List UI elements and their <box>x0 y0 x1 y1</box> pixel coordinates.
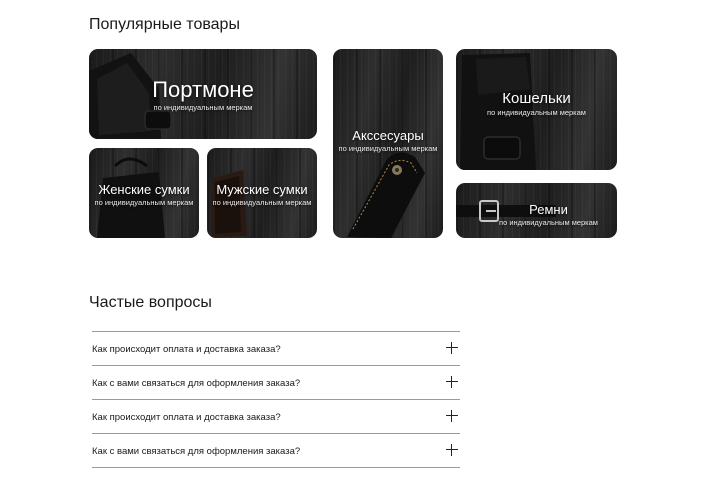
faq-question: Как происходит оплата и доставка заказа? <box>92 412 281 423</box>
plus-icon[interactable] <box>446 376 458 388</box>
faq-item[interactable]: Как происходит оплата и доставка заказа? <box>92 331 460 365</box>
card-subtitle: по индивидуальным меркам <box>94 198 194 207</box>
product-card-belts[interactable]: Ремни по индивидуальным меркам <box>456 183 617 238</box>
card-subtitle: по индивидуальным меркам <box>499 218 598 227</box>
card-subtitle: по индивидуальным меркам <box>212 198 312 207</box>
faq-heading: Частые вопросы <box>89 294 212 311</box>
faq-item[interactable]: Как происходит оплата и доставка заказа? <box>92 399 460 433</box>
product-card-purses[interactable]: Кошельки по индивидуальным меркам <box>456 49 617 170</box>
product-card-accessories[interactable]: Акссесуары по индивидуальным меркам <box>333 49 443 238</box>
card-title: Акссесуары <box>352 128 424 143</box>
card-title: Портмоне <box>152 77 254 102</box>
plus-icon[interactable] <box>446 444 458 456</box>
popular-products-heading: Популярные товары <box>89 16 240 33</box>
product-card-mens-bags[interactable]: Мужские сумки по индивидуальным меркам <box>207 148 317 238</box>
product-card-womens-bags[interactable]: Женские сумки по индивидуальным меркам <box>89 148 199 238</box>
plus-icon[interactable] <box>446 410 458 422</box>
product-card-wallet[interactable]: Портмоне по индивидуальным меркам <box>89 49 317 139</box>
faq-item[interactable]: Как с вами связаться для оформления зака… <box>92 365 460 399</box>
card-title: Мужские сумки <box>216 182 308 197</box>
faq-list: Как происходит оплата и доставка заказа?… <box>92 331 460 468</box>
plus-icon[interactable] <box>446 342 458 354</box>
card-subtitle: по индивидуальным меркам <box>338 144 438 153</box>
card-subtitle: по индивидуальным меркам <box>153 103 253 112</box>
faq-question: Как происходит оплата и доставка заказа? <box>92 344 281 355</box>
faq-question: Как с вами связаться для оформления зака… <box>92 378 301 389</box>
card-title: Женские сумки <box>98 182 190 197</box>
faq-item[interactable]: Как с вами связаться для оформления зака… <box>92 433 460 468</box>
faq-question: Как с вами связаться для оформления зака… <box>92 446 301 457</box>
card-title: Кошельки <box>502 90 571 107</box>
card-subtitle: по индивидуальным меркам <box>487 108 586 117</box>
card-title: Ремни <box>529 202 568 217</box>
